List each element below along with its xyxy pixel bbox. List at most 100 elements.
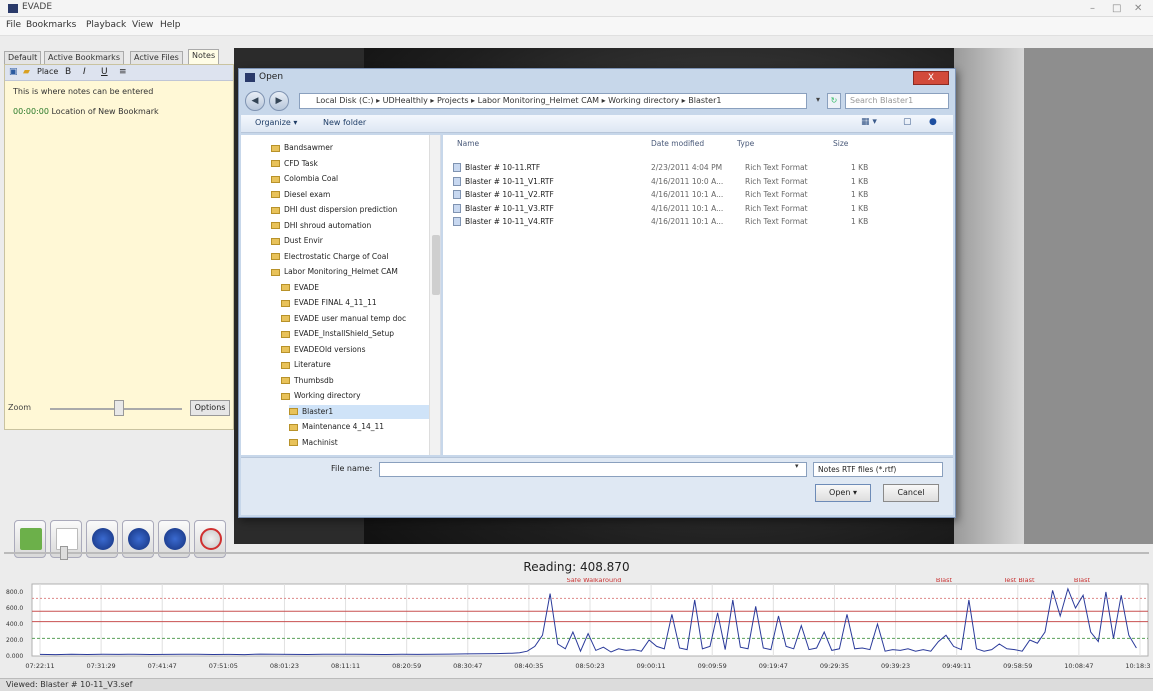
dialog-title: Open xyxy=(259,72,284,82)
tab-active-files[interactable]: Active Files xyxy=(130,51,183,64)
menu-help[interactable]: Help xyxy=(160,20,181,30)
tree-item[interactable]: EVADE user manual temp doc xyxy=(281,312,429,326)
folder-icon xyxy=(271,206,280,214)
y-tick-label: 800.0 xyxy=(6,589,23,596)
save-icon[interactable]: ▣ xyxy=(9,67,18,77)
tree-item[interactable]: Blaster1 xyxy=(289,404,429,419)
x-tick-label: 08:11:11 xyxy=(331,662,360,670)
tree-item[interactable]: CFD Task xyxy=(271,157,429,171)
minimize-icon[interactable]: – xyxy=(1090,3,1095,14)
column-name[interactable]: Name xyxy=(457,139,479,148)
open-folder-icon[interactable]: ▰ xyxy=(23,67,30,77)
column-size[interactable]: Size xyxy=(833,139,848,148)
tree-item[interactable]: Literature xyxy=(281,358,429,372)
tree-item[interactable]: Colombia Coal xyxy=(271,172,429,186)
address-dropdown-icon[interactable]: ▾ xyxy=(811,93,825,109)
file-size: 1 KB xyxy=(851,190,869,199)
maximize-icon[interactable]: □ xyxy=(1112,3,1121,14)
folder-icon xyxy=(271,144,280,152)
tree-item[interactable]: Machinist xyxy=(289,436,429,450)
folder-icon xyxy=(271,222,280,229)
x-tick-label: 09:19:47 xyxy=(759,662,788,670)
tree-item[interactable]: Working directory xyxy=(281,389,429,403)
tab-notes[interactable]: Notes xyxy=(188,49,220,64)
tab-active-bookmarks[interactable]: Active Bookmarks xyxy=(44,51,124,64)
tree-item[interactable]: Maintenance 4_14_11 xyxy=(289,420,429,434)
address-row: ◀ ▶ Local Disk (C:) ▸ UDHealthly ▸ Proje… xyxy=(239,89,955,113)
tab-default[interactable]: Default xyxy=(4,51,42,64)
menu-view[interactable]: View xyxy=(132,20,153,30)
filetype-select[interactable]: Notes RTF files (*.rtf) xyxy=(813,462,943,477)
column-date[interactable]: Date modified xyxy=(651,139,704,148)
file-date: 4/16/2011 10:1 A... xyxy=(651,203,724,213)
list-icon[interactable]: ≡ xyxy=(119,67,127,77)
preview-pane-icon[interactable]: ▢ xyxy=(903,117,912,127)
tree-item-label: DHI shroud automation xyxy=(284,220,372,230)
help-icon[interactable]: ● xyxy=(929,117,937,127)
new-folder-button[interactable]: New folder xyxy=(323,118,366,127)
views-icon[interactable]: ▦ ▾ xyxy=(861,117,877,127)
tree-scrollbar[interactable] xyxy=(429,135,440,455)
sensor-chart[interactable]: 800.0 600.0 400.0 200.0 0.000 07:22:11 07:31:… xyxy=(4,578,1150,672)
tree-item[interactable]: DHI dust dispersion prediction xyxy=(271,203,429,217)
tree-item[interactable]: Thumbsdb xyxy=(281,374,429,388)
tree-item[interactable]: Dust Envir xyxy=(271,234,429,248)
address-bar[interactable]: Local Disk (C:) ▸ UDHealthly ▸ Projects … xyxy=(299,93,807,109)
open-button[interactable]: Open ▾ xyxy=(815,484,871,502)
tree-item[interactable]: DHI shroud automation xyxy=(271,219,429,233)
menu-playback[interactable]: Playback xyxy=(86,20,126,30)
tree-item[interactable]: Labor Monitoring_Helmet CAM xyxy=(271,265,429,279)
chart-annotation: Safe Walkaround xyxy=(567,578,622,584)
file-row[interactable]: Blaster # 10-11_V3.RTF 4/16/2011 10:1 A..… xyxy=(451,202,931,215)
file-row[interactable]: Blaster # 10-11_V2.RTF 4/16/2011 10:1 A..… xyxy=(451,188,931,201)
notes-toolbar: ▣ ▰ Place B I U ≡ xyxy=(5,65,233,81)
bold-icon[interactable]: B xyxy=(65,67,71,77)
column-type[interactable]: Type xyxy=(737,139,754,148)
tree-item[interactable]: Diesel exam xyxy=(271,188,429,202)
tree-item[interactable]: Bandsawmer xyxy=(271,141,429,155)
seek-thumb[interactable] xyxy=(60,546,68,560)
file-row[interactable]: Blaster # 10-11_V4.RTF 4/16/2011 10:1 A..… xyxy=(451,215,931,228)
tree-item-label: Maintenance 4_14_11 xyxy=(302,422,385,431)
cancel-button[interactable]: Cancel xyxy=(883,484,939,502)
place-button[interactable]: Place xyxy=(37,67,58,76)
search-input[interactable]: Search Blaster1 xyxy=(845,93,949,109)
tree-scroll-thumb[interactable] xyxy=(432,235,440,295)
back-button[interactable]: ◀ xyxy=(245,91,265,111)
file-row[interactable]: Blaster # 10-11.RTF 2/23/2011 4:04 PM Rich… xyxy=(451,161,931,174)
menu-bookmarks[interactable]: Bookmarks xyxy=(26,20,76,30)
open-dropdown-icon[interactable]: ▾ xyxy=(853,488,857,497)
menu-file[interactable]: File xyxy=(6,20,21,30)
file-name: Blaster # 10-11_V4.RTF xyxy=(465,217,554,226)
filename-dropdown-icon[interactable]: ▾ xyxy=(795,462,799,470)
close-icon[interactable]: ✕ xyxy=(1134,3,1142,14)
zoom-slider-thumb[interactable] xyxy=(114,400,124,416)
file-name: Blaster # 10-11_V2.RTF xyxy=(465,190,554,199)
x-tick-label: 08:01:23 xyxy=(270,662,299,670)
forward-button[interactable]: ▶ xyxy=(269,91,289,111)
tree-item[interactable]: EVADE xyxy=(281,281,429,295)
folder-tree[interactable]: Bandsawmer CFD Task Colombia Coal Diesel ex… xyxy=(241,135,441,455)
organize-button[interactable]: Organize ▾ xyxy=(255,118,297,127)
file-list[interactable]: Name Date modified Type Size Blaster # 1… xyxy=(443,135,953,455)
chart-annotation: Blast xyxy=(1074,578,1091,584)
file-row[interactable]: Blaster # 10-11_V1.RTF 4/16/2011 10:0 A..… xyxy=(451,175,931,188)
x-tick-label: 07:22:11 xyxy=(25,662,54,670)
folder-icon xyxy=(271,268,280,276)
refresh-icon[interactable]: ↻ xyxy=(827,93,841,109)
italic-icon[interactable]: I xyxy=(83,67,86,77)
underline-icon[interactable]: U xyxy=(101,67,108,77)
seek-bar[interactable] xyxy=(4,546,1149,560)
tree-item[interactable]: Electrostatic Charge of Coal xyxy=(271,250,429,264)
options-button[interactable]: Options xyxy=(190,400,230,416)
tree-item-label: CFD Task xyxy=(284,158,318,168)
notes-panel[interactable]: ▣ ▰ Place B I U ≡ This is where notes ca… xyxy=(4,64,234,430)
rtf-file-icon xyxy=(453,217,461,226)
tree-item[interactable]: EVADEOld versions xyxy=(281,343,429,357)
tree-item[interactable]: EVADE FINAL 4_11_11 xyxy=(281,296,429,310)
dialog-close-button[interactable]: X xyxy=(913,71,949,85)
tree-item-label: Labor Monitoring_Helmet CAM xyxy=(284,267,398,276)
filename-input[interactable] xyxy=(379,462,807,477)
tree-item[interactable]: EVADE_InstallShield_Setup xyxy=(281,327,429,341)
seek-track[interactable] xyxy=(4,552,1149,554)
